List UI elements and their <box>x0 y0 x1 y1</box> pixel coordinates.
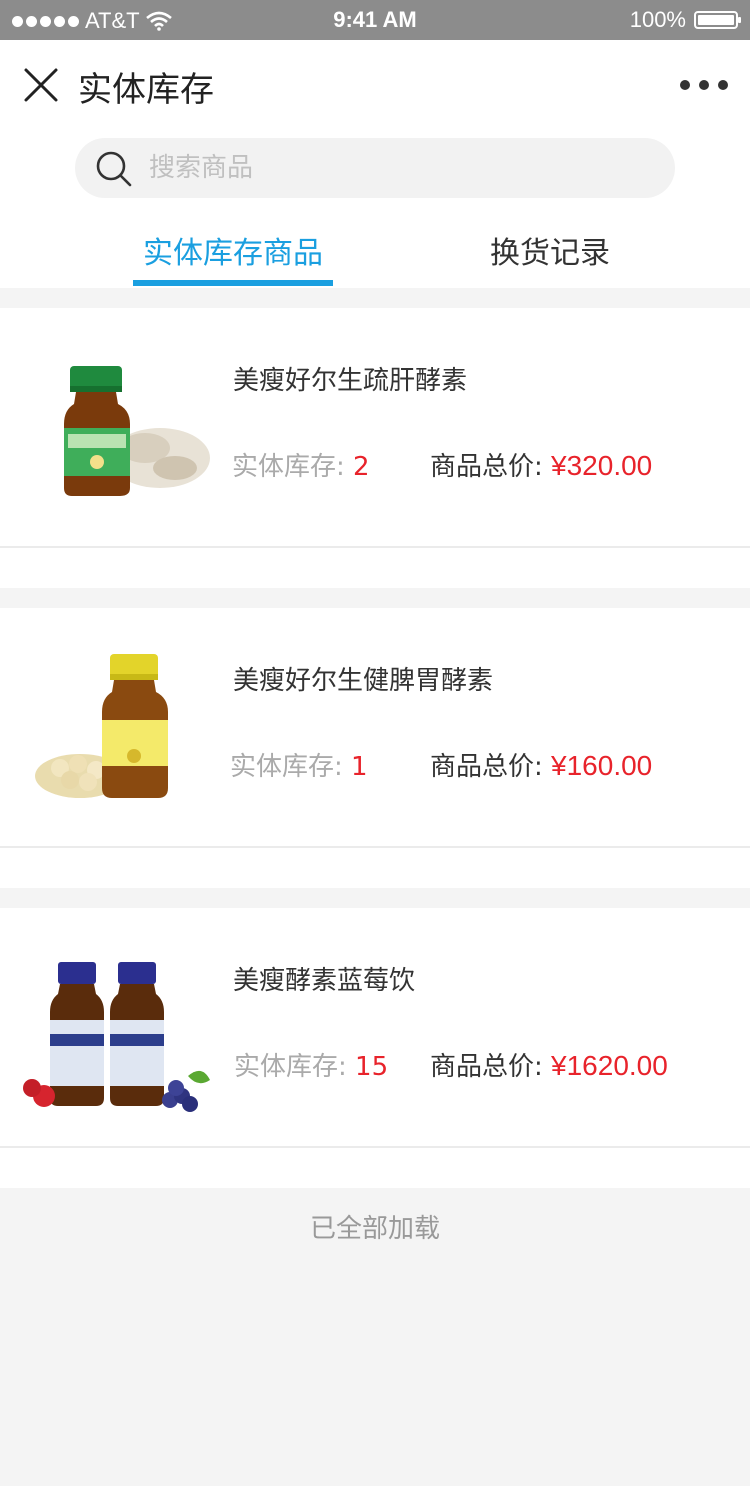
product-name: 美瘦酵素蓝莓饮 <box>233 966 416 996</box>
header: 实体库存 实体库存商品 换货记录 <box>0 40 750 288</box>
search-input[interactable] <box>149 138 629 198</box>
more-icon[interactable] <box>680 80 728 90</box>
close-icon[interactable] <box>22 66 60 104</box>
tab-inventory-products[interactable]: 实体库存商品 <box>133 228 333 272</box>
battery-status: 100% <box>629 7 741 33</box>
active-tab-indicator <box>133 280 333 286</box>
battery-percent: 100% <box>629 7 686 32</box>
stock-label: 实体库存: <box>232 452 354 482</box>
total-price-info: 商品总价: ¥320.00 <box>430 446 652 483</box>
total-price: ¥320.00 <box>551 450 653 481</box>
load-complete-text: 已全部加载 <box>309 1214 440 1244</box>
stock-label: 实体库存: <box>230 752 352 782</box>
total-price: ¥160.00 <box>551 750 653 781</box>
page-title: 实体库存 <box>78 70 214 110</box>
product-card[interactable]: 美瘦好尔生健脾胃酵素 实体库存: 1 商品总价: ¥160.00 <box>0 608 750 848</box>
total-price-label: 商品总价: <box>430 1052 552 1082</box>
battery-icon <box>694 11 741 29</box>
total-price-info: 商品总价: ¥160.00 <box>430 746 652 783</box>
stock-info: 实体库存: 15 <box>234 1046 388 1083</box>
stock-info: 实体库存: 2 <box>232 446 370 483</box>
total-price-info: 商品总价: ¥1620.00 <box>430 1046 668 1083</box>
stock-label: 实体库存: <box>234 1052 356 1082</box>
tab-exchange-records[interactable]: 换货记录 <box>450 228 650 272</box>
product-name: 美瘦好尔生健脾胃酵素 <box>233 666 494 696</box>
spacer <box>0 1148 750 1188</box>
total-price: ¥1620.00 <box>551 1050 668 1081</box>
spacer <box>0 548 750 588</box>
blueberry-bottles-image <box>23 962 210 1112</box>
total-price-label: 商品总价: <box>430 452 552 482</box>
search-bar[interactable] <box>75 138 675 198</box>
product-name: 美瘦好尔生疏肝酵素 <box>233 366 468 396</box>
green-cap-bottle-image <box>64 366 210 496</box>
stock-count: 2 <box>353 452 370 482</box>
stock-count: 1 <box>351 752 368 782</box>
product-card[interactable]: 美瘦好尔生疏肝酵素 实体库存: 2 商品总价: ¥320.00 <box>0 308 750 548</box>
product-card[interactable]: 美瘦酵素蓝莓饮 实体库存: 15 商品总价: ¥1620.00 <box>0 908 750 1148</box>
stock-info: 实体库存: 1 <box>230 746 368 783</box>
stock-count: 15 <box>355 1052 389 1082</box>
spacer <box>0 848 750 888</box>
total-price-label: 商品总价: <box>430 752 552 782</box>
status-bar: AT&T 9:41 AM 100% <box>0 0 750 40</box>
search-icon <box>96 151 132 187</box>
yellow-cap-bottle-image <box>35 654 168 798</box>
